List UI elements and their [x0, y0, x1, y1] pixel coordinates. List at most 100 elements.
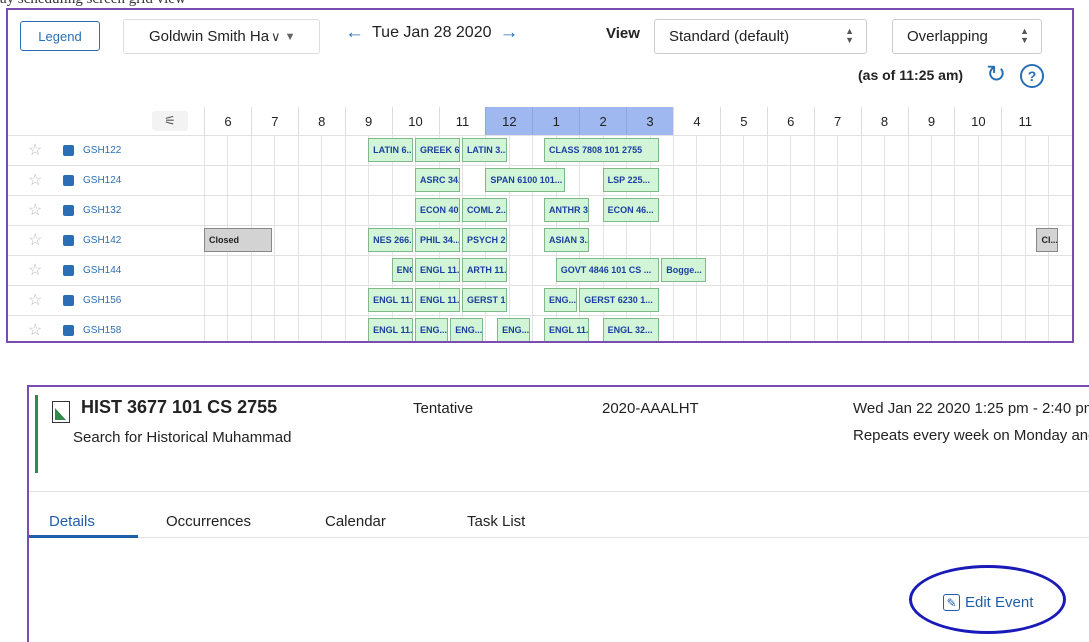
- star-icon[interactable]: ☆: [28, 260, 42, 280]
- event-block[interactable]: ENGL 11...: [544, 318, 589, 341]
- event-block[interactable]: GREEK 6...: [415, 138, 460, 162]
- slot-line: [837, 136, 839, 166]
- event-block[interactable]: GERST 6230 1...: [579, 288, 660, 312]
- slot-line: [1048, 196, 1050, 226]
- slot-line: [532, 226, 534, 256]
- event-block[interactable]: ENGL 11...: [415, 288, 460, 312]
- tab-occurrences[interactable]: Occurrences: [166, 513, 251, 530]
- slot-line: [790, 136, 792, 166]
- room-name-link[interactable]: GSH122: [83, 145, 121, 156]
- slot-line: [837, 256, 839, 286]
- caption-fragment: ay scheduling screen grid view: [0, 0, 186, 8]
- event-block[interactable]: ENGL 11...: [368, 288, 414, 312]
- arrow-right-icon[interactable]: →: [500, 22, 519, 44]
- slot-line: [297, 256, 299, 286]
- event-block[interactable]: LATIN 3...: [461, 138, 507, 162]
- event-block[interactable]: SPAN 6100 101...: [485, 168, 566, 192]
- slot-line: [837, 166, 839, 196]
- room-row: ☆ GSH144 ENG...ENGL 11...ARTH 11... GOVT 48…: [8, 255, 1072, 286]
- slot-line: [508, 196, 510, 226]
- closed-block[interactable]: Closed: [204, 228, 273, 252]
- arrow-left-icon[interactable]: ←: [345, 22, 364, 44]
- room-name-link[interactable]: GSH124: [83, 175, 121, 186]
- slot-line: [649, 226, 651, 256]
- event-block[interactable]: ENG...: [450, 318, 484, 341]
- event-block[interactable]: ENG...: [497, 318, 531, 341]
- star-icon[interactable]: ☆: [28, 320, 42, 340]
- slot-line: [297, 226, 299, 256]
- filter-icon[interactable]: ▼: [285, 31, 296, 43]
- slot-line: [1001, 166, 1003, 196]
- star-icon[interactable]: ☆: [28, 170, 42, 190]
- star-icon[interactable]: ☆: [28, 230, 42, 250]
- slot-line: [391, 166, 393, 196]
- slot-line: [743, 136, 745, 166]
- sliders-icon[interactable]: ⚟: [152, 111, 188, 131]
- tab-details[interactable]: Details: [49, 513, 95, 530]
- event-block[interactable]: ASIAN 3...: [544, 228, 589, 252]
- star-icon[interactable]: ☆: [28, 290, 42, 310]
- slot-line: [977, 316, 979, 341]
- event-block[interactable]: PSYCH 2...: [461, 228, 507, 252]
- event-block[interactable]: ARTH 11...: [461, 258, 507, 282]
- slot-line: [227, 136, 229, 166]
- slot-line: [907, 166, 909, 196]
- help-icon[interactable]: ?: [1020, 64, 1044, 88]
- event-block[interactable]: ENGL 32...: [602, 318, 660, 341]
- location-select[interactable]: Goldwin Smith Ha ∨ ▼: [123, 19, 320, 54]
- event-block[interactable]: ENG...: [391, 258, 414, 282]
- closed-block[interactable]: Cl...: [1036, 228, 1058, 252]
- event-block[interactable]: ENG...: [544, 288, 578, 312]
- event-block[interactable]: ASRC 34...: [415, 168, 460, 192]
- legend-button[interactable]: Legend: [20, 21, 100, 51]
- hour-cell: 12: [485, 107, 533, 135]
- event-block[interactable]: LATIN 6...: [368, 138, 414, 162]
- event-block[interactable]: ENG...: [415, 318, 449, 341]
- slot-line: [1001, 136, 1003, 166]
- slot-line: [532, 136, 534, 166]
- tab-task-list[interactable]: Task List: [467, 513, 525, 530]
- event-block[interactable]: Bogge...: [661, 258, 707, 282]
- star-icon[interactable]: ☆: [28, 140, 42, 160]
- event-block[interactable]: GERST 1...: [461, 288, 507, 312]
- view-select[interactable]: Standard (default) ▲ ▼: [654, 19, 867, 54]
- event-block[interactable]: NES 266...: [368, 228, 414, 252]
- room-name-link[interactable]: GSH132: [83, 205, 121, 216]
- slot-line: [860, 226, 862, 256]
- cube-icon: [63, 325, 74, 336]
- event-block[interactable]: GOVT 4846 101 CS ...: [555, 258, 660, 282]
- event-block[interactable]: LSP 225...: [602, 168, 660, 192]
- hour-cell: 1: [532, 107, 580, 135]
- mode-select[interactable]: Overlapping ▲ ▼: [892, 19, 1042, 54]
- room-name-link[interactable]: GSH156: [83, 295, 121, 306]
- event-block[interactable]: ANTHR 3...: [544, 198, 589, 222]
- refresh-icon[interactable]: ↻: [982, 61, 1010, 89]
- slot-line: [790, 196, 792, 226]
- room-name-link[interactable]: GSH142: [83, 235, 121, 246]
- event-block[interactable]: PHIL 34...: [415, 228, 460, 252]
- slot-line: [977, 136, 979, 166]
- slot-line: [274, 286, 276, 316]
- slot-line: [1001, 226, 1003, 256]
- star-icon[interactable]: ☆: [28, 200, 42, 220]
- room-name-link[interactable]: GSH144: [83, 265, 121, 276]
- tab-calendar[interactable]: Calendar: [325, 513, 386, 530]
- slot-line: [673, 286, 674, 316]
- room-name-link[interactable]: GSH158: [83, 325, 121, 336]
- hour-header: ⚟ 6 7 8 9 10 11 12 1 2 3 4 5 6 7 8 9 10 11: [8, 107, 1072, 135]
- event-block[interactable]: ECON 40...: [415, 198, 460, 222]
- event-block[interactable]: ECON 46...: [602, 198, 660, 222]
- slot-line: [884, 226, 886, 256]
- slot-line: [1001, 316, 1003, 341]
- slot-line: [907, 226, 909, 256]
- slot-line: [297, 136, 299, 166]
- event-block[interactable]: CLASS 7808 101 2755: [544, 138, 660, 162]
- slot-line: [930, 136, 932, 166]
- event-block[interactable]: ENGL 11...: [415, 258, 460, 282]
- slot-line: [461, 166, 463, 196]
- slot-line: [743, 316, 745, 341]
- event-block[interactable]: ENGL 11...: [368, 318, 414, 341]
- event-block[interactable]: COML 2...: [461, 198, 507, 222]
- slot-line: [274, 316, 276, 341]
- slot-line: [696, 316, 698, 341]
